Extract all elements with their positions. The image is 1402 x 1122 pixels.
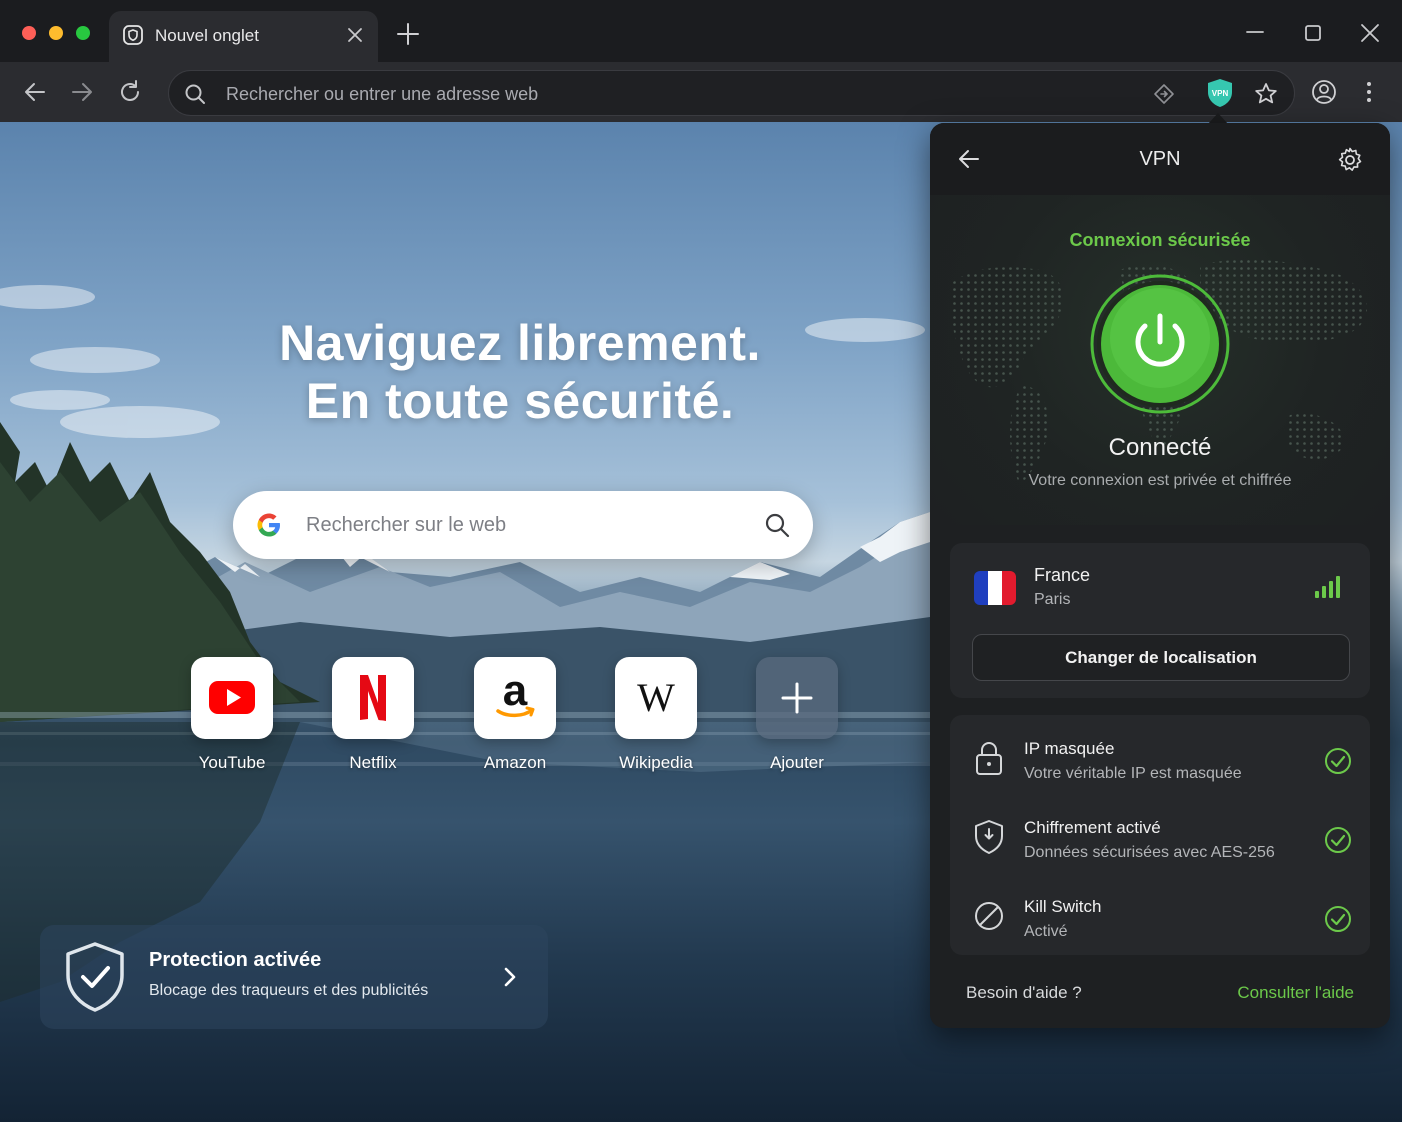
shortcut-label: Ajouter [770,753,824,772]
shortcut-add[interactable]: Ajouter [737,657,857,773]
shortcut-tile[interactable] [191,657,273,739]
feature-title: IP masquée [1024,739,1115,758]
features-list: IP masquée Votre véritable IP est masqué… [950,715,1370,955]
connection-state: Connecté [1108,434,1212,461]
location-country: France [1034,565,1091,585]
shortcut-youtube[interactable]: YouTube [172,657,292,773]
feature-title: Kill Switch [1024,897,1102,916]
close-tab-icon[interactable] [344,24,366,46]
svg-text:a: a [503,666,528,715]
svg-text:W: W [637,675,675,720]
change-location-button[interactable]: Changer de localisation [972,634,1350,681]
power-button[interactable] [1090,274,1230,414]
new-tab-plus-icon[interactable] [395,21,421,47]
reload-icon[interactable] [115,77,145,107]
protection-subtitle: Blocage des traqueurs et des publicités [149,982,429,999]
title-bar: Nouvel onglet [0,0,1402,62]
address-placeholder: Rechercher ou entrer une adresse web [226,84,539,104]
help-link[interactable]: Consulter l'aide [1230,983,1354,1003]
feature-subtitle: Activé [1024,923,1068,940]
tab-shield-icon [123,25,143,45]
youtube-icon [209,681,255,714]
shortcut-label: YouTube [198,753,266,772]
shortcut-tile[interactable] [332,657,414,739]
vpn-shield-icon: VPN [1208,79,1232,107]
search-icon [185,84,205,104]
shield-icon [975,820,1003,854]
feature-encryption: Chiffrement activé Données sécurisées av… [950,798,1370,876]
france-flag-icon [974,571,1016,605]
back-arrow-icon[interactable] [20,77,50,107]
gear-icon[interactable] [1336,146,1364,174]
headline-line-2: En toute sécurité. [305,373,735,429]
shortcut-tile[interactable]: a [474,657,556,739]
shortcut-label: Netflix [349,753,397,772]
signal-strength-icon [1315,576,1340,598]
location-city: Paris [1034,591,1071,608]
maximize-icon[interactable] [1300,20,1326,46]
zoom-window-button[interactable] [76,26,90,40]
search-icon[interactable] [763,511,791,539]
google-logo-icon [257,513,280,537]
plus-icon [781,682,813,714]
feature-ip-masked: IP masquée Votre véritable IP est masqué… [950,719,1370,797]
bookmark-star-icon[interactable] [1253,81,1279,107]
web-search-box[interactable]: Rechercher sur le web [233,491,813,559]
tab-new-tab[interactable]: Nouvel onglet [109,11,378,62]
send-to-device-icon[interactable] [1152,82,1176,106]
vpn-status-area: Connexion sécurisée Connecté Votre conne… [930,195,1390,525]
browser-toolbar: Rechercher ou entrer une adresse web VPN [0,62,1402,122]
check-circle-icon [1325,748,1351,774]
hero-headline: Naviguez librement. En toute sécurité. [240,314,800,430]
profile-icon[interactable] [1309,77,1339,107]
feature-title: Chiffrement activé [1024,818,1161,837]
vpn-extension-button[interactable]: VPN [1204,77,1236,109]
tab-title: Nouvel onglet [155,26,259,45]
protection-title: Protection activée [149,949,322,971]
close-icon[interactable] [1357,20,1383,46]
minimize-icon[interactable] [1242,20,1268,46]
amazon-icon: a [496,666,535,718]
lock-icon [976,742,1002,775]
block-icon [975,902,1003,930]
address-bar[interactable]: Rechercher ou entrer une adresse web VPN [168,70,1295,116]
netflix-icon [360,675,386,721]
shortcut-netflix[interactable]: Netflix [313,657,433,773]
shortcut-amazon[interactable]: a Amazon [455,657,575,773]
check-circle-icon [1325,827,1351,853]
forward-arrow-icon[interactable] [67,77,97,107]
feature-kill-switch: Kill Switch Activé [950,877,1370,955]
connection-state-detail: Votre connexion est privée et chiffrée [1028,472,1292,489]
shortcut-wikipedia[interactable]: W Wikipedia [596,657,716,773]
help-question: Besoin d'aide ? [966,983,1082,1002]
vpn-badge-text: VPN [1212,89,1229,98]
shortcut-label: Amazon [483,753,547,772]
shortcut-tile[interactable] [756,657,838,739]
shield-check-icon [66,942,124,1012]
shortcut-tile[interactable]: W [615,657,697,739]
feature-subtitle: Données sécurisées avec AES-256 [1024,844,1275,861]
chevron-right-icon[interactable] [498,963,522,991]
minimize-window-button[interactable] [49,26,63,40]
location-card: France Paris Changer de localisation [950,543,1370,698]
check-circle-icon [1325,906,1351,932]
vpn-panel: VPN Connexion sécurisée Connecté Votre c… [930,123,1390,1028]
vpn-title: VPN [1139,148,1181,170]
wikipedia-icon: W [637,675,675,720]
shortcut-label: Wikipedia [619,753,693,772]
feature-subtitle: Votre véritable IP est masquée [1024,765,1242,782]
search-placeholder: Rechercher sur le web [306,514,507,536]
vpn-header: VPN [930,123,1390,195]
headline-line-1: Naviguez librement. [279,315,761,371]
protection-card[interactable]: Protection activée Blocage des traqueurs… [40,925,548,1029]
connection-status-headline: Connexion sécurisée [1069,230,1251,250]
close-window-button[interactable] [22,26,36,40]
more-menu-icon[interactable] [1354,77,1384,107]
